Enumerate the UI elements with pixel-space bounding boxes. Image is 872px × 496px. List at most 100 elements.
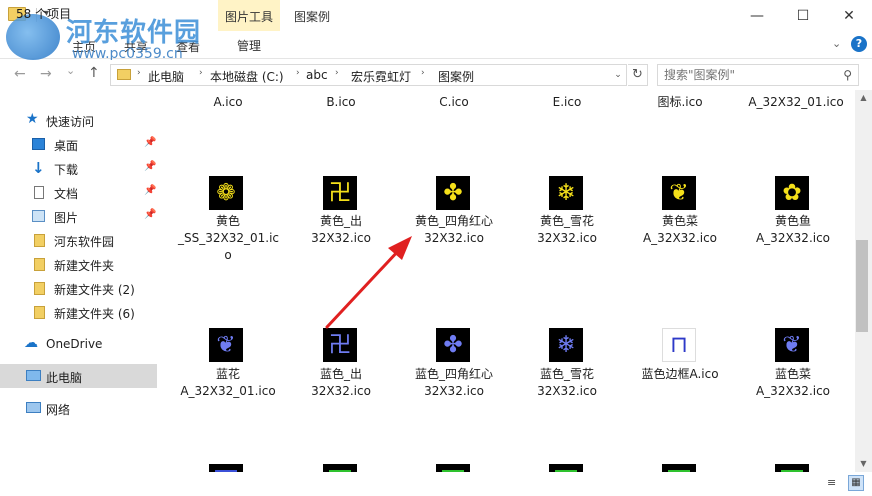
file-label[interactable]: 蓝色_出 32X32.ico bbox=[291, 366, 391, 400]
file-label[interactable]: 蓝色边框A.ico bbox=[630, 366, 730, 383]
search-box[interactable]: ⚲ bbox=[657, 64, 859, 86]
blue-vegetable-icon[interactable]: ❦ bbox=[775, 328, 809, 362]
file-icon[interactable] bbox=[662, 464, 696, 472]
close-button[interactable]: ✕ bbox=[826, 0, 872, 31]
folder-icon bbox=[34, 258, 45, 271]
sidebar-item-hedong[interactable]: 河东软件园 bbox=[0, 228, 157, 252]
breadcrumb-current-folder[interactable]: 图案例 bbox=[438, 68, 474, 85]
file-label-line: 蓝色菜 bbox=[774, 367, 811, 381]
address-dropdown-icon[interactable]: ⌄ bbox=[609, 64, 627, 86]
recent-locations-icon[interactable]: ⌄ bbox=[66, 64, 75, 77]
breadcrumb-this-pc[interactable]: 此电脑 bbox=[148, 68, 184, 85]
file-label-line: 蓝花 bbox=[215, 367, 240, 381]
blue-flower-icon[interactable]: ❦ bbox=[209, 328, 243, 362]
icon-glyph: ❦ bbox=[216, 331, 236, 358]
yellow-four-hearts-icon[interactable]: ✤ bbox=[436, 176, 470, 210]
sidebar-item-onedrive[interactable]: ☁ OneDrive bbox=[0, 332, 157, 356]
scrollbar-thumb[interactable] bbox=[856, 240, 868, 332]
scroll-up-icon[interactable]: ▲ bbox=[855, 93, 872, 102]
file-label[interactable]: 蓝色_雪花 32X32.ico bbox=[517, 366, 617, 400]
tab-manage[interactable]: 管理 bbox=[218, 37, 280, 54]
yellow-snowflake-icon[interactable]: ❄ bbox=[549, 176, 583, 210]
file-grid: A.ico B.ico C.ico E.ico 图标.ico A_32X32_0… bbox=[160, 90, 854, 472]
file-label[interactable]: 蓝花 A_32X32_01.ico bbox=[178, 366, 278, 400]
address-bar[interactable]: › 此电脑 › 本地磁盘 (C:) › abc › 宏乐霓虹灯 › 图案例 bbox=[110, 64, 627, 86]
icon-glyph: ⊓ bbox=[670, 331, 688, 358]
yellow-chu-icon[interactable]: 卍 bbox=[323, 176, 357, 210]
scroll-down-icon[interactable]: ▼ bbox=[855, 459, 872, 468]
file-icon[interactable] bbox=[209, 464, 243, 472]
file-label-line: o bbox=[224, 248, 232, 262]
pin-icon[interactable]: 📌 bbox=[144, 185, 156, 196]
file-label[interactable]: 黄色菜 A_32X32.ico bbox=[630, 213, 730, 247]
sidebar-item-new-folder-6[interactable]: 新建文件夹 (6) bbox=[0, 300, 157, 324]
breadcrumb-neon[interactable]: 宏乐霓虹灯 bbox=[351, 68, 411, 85]
file-icon[interactable] bbox=[323, 464, 357, 472]
file-label[interactable]: 黄色_出 32X32.ico bbox=[291, 213, 391, 247]
document-icon bbox=[34, 186, 44, 199]
yellow-fish-icon[interactable]: ✿ bbox=[775, 176, 809, 210]
sidebar-item-documents[interactable]: 文档 📌 bbox=[0, 180, 157, 204]
blue-snowflake-icon[interactable]: ❄ bbox=[549, 328, 583, 362]
file-icon[interactable] bbox=[549, 464, 583, 472]
sidebar-item-new-folder-2[interactable]: 新建文件夹 (2) bbox=[0, 276, 157, 300]
pin-icon[interactable]: 📌 bbox=[144, 161, 156, 172]
minimize-button[interactable]: — bbox=[734, 0, 780, 31]
sidebar-item-new-folder[interactable]: 新建文件夹 bbox=[0, 252, 157, 276]
sidebar-item-desktop[interactable]: 桌面 📌 bbox=[0, 132, 157, 156]
back-button[interactable]: ← bbox=[14, 66, 26, 82]
yellow-vegetable-icon[interactable]: ❦ bbox=[662, 176, 696, 210]
ribbon-expand-icon[interactable]: ⌄ bbox=[832, 37, 841, 50]
help-icon[interactable]: ? bbox=[851, 36, 867, 52]
forward-button[interactable]: → bbox=[40, 66, 52, 82]
sidebar-item-label: 新建文件夹 (2) bbox=[54, 283, 135, 297]
sidebar-item-pictures[interactable]: 图片 📌 bbox=[0, 204, 157, 228]
large-icons-view-icon[interactable]: ▦ bbox=[848, 475, 864, 491]
icon-glyph: ✤ bbox=[443, 179, 463, 206]
sidebar-item-network[interactable]: 网络 bbox=[0, 396, 157, 420]
yellow-ss-icon[interactable]: ❁ bbox=[209, 176, 243, 210]
blue-chu-icon[interactable]: 卍 bbox=[323, 328, 357, 362]
file-label-line: A_32X32.ico bbox=[642, 231, 718, 245]
computer-icon bbox=[26, 370, 41, 381]
search-icon[interactable]: ⚲ bbox=[843, 68, 852, 82]
breadcrumb-separator: › bbox=[199, 68, 203, 78]
maximize-button[interactable]: ☐ bbox=[780, 0, 826, 31]
refresh-button[interactable]: ↻ bbox=[628, 64, 648, 86]
icon-glyph: ❁ bbox=[216, 179, 236, 206]
pictures-icon bbox=[32, 210, 45, 222]
file-item[interactable]: A_32X32_01.ico bbox=[743, 94, 849, 111]
file-label-line: A_32X32.ico bbox=[755, 231, 831, 245]
file-item[interactable]: 图标.ico bbox=[630, 94, 730, 111]
details-view-icon[interactable]: ≡ bbox=[827, 476, 841, 490]
sidebar-item-downloads[interactable]: ↓ 下载 📌 bbox=[0, 156, 157, 180]
breadcrumb-abc[interactable]: abc bbox=[306, 68, 328, 82]
file-icon[interactable] bbox=[436, 464, 470, 472]
desktop-icon bbox=[32, 138, 45, 150]
file-label[interactable]: 蓝色_四角红心 32X32.ico bbox=[404, 366, 504, 400]
breadcrumb-local-disk[interactable]: 本地磁盘 (C:) bbox=[210, 68, 284, 85]
file-icon[interactable] bbox=[775, 464, 809, 472]
search-input[interactable] bbox=[664, 68, 834, 82]
sidebar-item-quick-access[interactable]: ★ 快速访问 bbox=[0, 108, 157, 132]
file-item[interactable]: A.ico bbox=[178, 94, 278, 111]
file-label[interactable]: 黄色 _SS_32X32_01.ic o bbox=[178, 213, 279, 264]
up-button[interactable]: ↑ bbox=[88, 65, 100, 81]
pin-icon[interactable]: 📌 bbox=[144, 209, 156, 220]
blue-four-hearts-icon[interactable]: ✤ bbox=[436, 328, 470, 362]
file-item[interactable]: E.ico bbox=[517, 94, 617, 111]
file-label-line: 蓝色_四角红心 bbox=[414, 367, 493, 381]
pin-icon[interactable]: 📌 bbox=[144, 137, 156, 148]
file-label[interactable]: 黄色鱼 A_32X32.ico bbox=[743, 213, 843, 247]
file-item[interactable]: C.ico bbox=[404, 94, 504, 111]
file-label-line: 黄色 bbox=[215, 214, 240, 228]
file-label[interactable]: 黄色_四角红心 32X32.ico bbox=[404, 213, 504, 247]
folder-icon bbox=[34, 306, 45, 319]
sidebar-item-label: 此电脑 bbox=[46, 371, 83, 385]
blue-border-icon[interactable]: ⊓ bbox=[662, 328, 696, 362]
file-label[interactable]: 黄色_雪花 32X32.ico bbox=[517, 213, 617, 247]
file-label[interactable]: 蓝色菜 A_32X32.ico bbox=[743, 366, 843, 400]
file-item[interactable]: B.ico bbox=[291, 94, 391, 111]
file-label-line: 黄色_四角红心 bbox=[414, 214, 493, 228]
sidebar-item-this-pc[interactable]: 此电脑 bbox=[0, 364, 157, 388]
